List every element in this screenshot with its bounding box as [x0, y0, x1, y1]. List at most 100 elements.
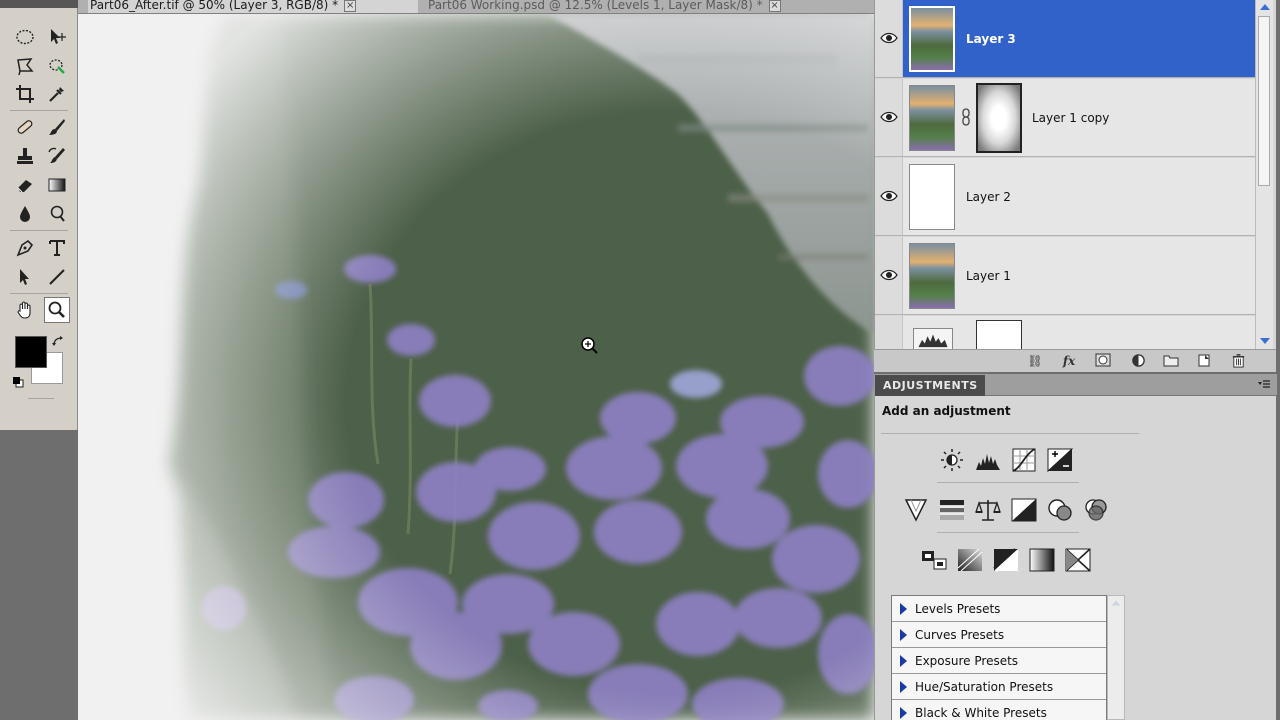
history-brush-tool-icon[interactable]	[44, 143, 70, 169]
document-tab-title: Part06_After.tif @ 50% (Layer 3, RGB/8) …	[90, 0, 339, 12]
trash-icon[interactable]	[1229, 353, 1247, 369]
layer-name[interactable]: Layer 1 copy	[1032, 79, 1109, 157]
quick-selection-tool-icon[interactable]	[44, 53, 70, 79]
adjustments-divider	[937, 532, 1079, 533]
mask-link-icon[interactable]	[961, 107, 971, 127]
brightness-contrast-icon[interactable]	[938, 447, 966, 473]
toolbar-separator	[28, 398, 54, 399]
document-tab-title: Part06 Working.psd @ 12.5% (Levels 1, La…	[428, 0, 763, 12]
foreground-color-swatch[interactable]	[15, 336, 47, 368]
crop-tool-icon[interactable]	[12, 81, 38, 107]
adjustment-presets-list: Levels Presets Curves Presets Exposure P…	[891, 595, 1107, 720]
document-canvas[interactable]	[78, 14, 874, 720]
layer-row[interactable]: Layer 1 copy	[875, 79, 1256, 157]
channel-mixer-icon[interactable]	[1082, 497, 1110, 523]
layer-name[interactable]: Layer 3	[966, 0, 1016, 78]
expand-triangle-icon[interactable]	[900, 681, 907, 693]
gradient-tool-icon[interactable]	[44, 172, 70, 198]
zoom-tool-icon[interactable]	[44, 297, 70, 323]
preset-row-levels[interactable]: Levels Presets	[892, 596, 1106, 622]
document-tab-after[interactable]: Part06_After.tif @ 50% (Layer 3, RGB/8) …	[88, 0, 418, 13]
swap-colors-icon[interactable]	[52, 333, 64, 346]
posterize-icon[interactable]	[956, 547, 984, 573]
threshold-icon[interactable]	[992, 547, 1020, 573]
color-balance-icon[interactable]	[974, 497, 1002, 523]
layers-panel: Layer 3 Layer 1 copy Layer 2 Layer 1	[874, 0, 1276, 372]
layer-mask-thumbnail[interactable]	[976, 320, 1022, 350]
dodge-tool-icon[interactable]	[44, 201, 70, 227]
layer-name[interactable]: Layer 2	[966, 158, 1011, 236]
expand-triangle-icon[interactable]	[900, 707, 907, 719]
layer-thumbnail[interactable]	[909, 6, 955, 72]
hue-saturation-icon[interactable]	[938, 497, 966, 523]
fx-icon[interactable]: fx	[1060, 353, 1078, 369]
toolbar-separator	[10, 293, 68, 294]
layer-row[interactable]: Layer 3	[875, 0, 1256, 78]
layer-row-adjustment[interactable]	[875, 316, 1256, 350]
default-colors-icon[interactable]	[12, 373, 24, 388]
adjustments-tab[interactable]: ADJUSTMENTS	[875, 375, 985, 396]
selective-color-icon[interactable]	[1064, 547, 1092, 573]
tools-panel-grip[interactable]	[0, 0, 78, 8]
preset-row-curves[interactable]: Curves Presets	[892, 622, 1106, 648]
presets-scrollbar[interactable]	[1107, 595, 1125, 720]
toolbar-separator	[10, 110, 68, 111]
new-layer-icon[interactable]	[1195, 353, 1213, 369]
add-mask-icon[interactable]	[1094, 353, 1112, 369]
scroll-thumb[interactable]	[1258, 16, 1270, 186]
link-icon[interactable]: ⛓	[1026, 353, 1044, 369]
expand-triangle-icon[interactable]	[900, 655, 907, 667]
adjustment-layer-icon[interactable]	[1129, 353, 1147, 369]
eyedropper-tool-icon[interactable]	[44, 81, 70, 107]
eraser-tool-icon[interactable]	[12, 172, 38, 198]
spot-healing-brush-icon[interactable]	[12, 114, 38, 140]
elliptical-marquee-tool-icon[interactable]	[12, 24, 38, 50]
blur-tool-icon[interactable]	[12, 201, 38, 227]
gradient-map-icon[interactable]	[1028, 547, 1056, 573]
move-tool-icon[interactable]	[44, 24, 70, 50]
black-white-icon[interactable]	[1010, 497, 1038, 523]
type-tool-icon[interactable]	[44, 235, 70, 261]
document-tab-working[interactable]: Part06 Working.psd @ 12.5% (Levels 1, La…	[426, 0, 866, 13]
clone-stamp-tool-icon[interactable]	[12, 143, 38, 169]
expand-triangle-icon[interactable]	[900, 629, 907, 641]
expand-triangle-icon[interactable]	[900, 603, 907, 615]
line-tool-icon[interactable]	[44, 264, 70, 290]
eye-icon[interactable]	[879, 186, 899, 206]
document-tab-bar: Part06_After.tif @ 50% (Layer 3, RGB/8) …	[78, 0, 874, 14]
photo-filter-icon[interactable]	[1046, 497, 1074, 523]
layer-thumbnail[interactable]	[909, 85, 955, 151]
preset-row-black-white[interactable]: Black & White Presets	[892, 700, 1106, 720]
preset-row-exposure[interactable]: Exposure Presets	[892, 648, 1106, 674]
tools-panel	[0, 0, 78, 430]
preset-label: Exposure Presets	[915, 654, 1019, 668]
brush-tool-icon[interactable]	[44, 114, 70, 140]
close-tab-icon[interactable]: ×	[344, 0, 357, 12]
layer-row[interactable]: Layer 1	[875, 237, 1256, 315]
preset-row-hue-saturation[interactable]: Hue/Saturation Presets	[892, 674, 1106, 700]
levels-icon[interactable]	[974, 447, 1002, 473]
pen-tool-icon[interactable]	[12, 235, 38, 261]
layer-row[interactable]: Layer 2	[875, 158, 1256, 236]
invert-icon[interactable]	[920, 547, 948, 573]
lasso-tool-icon[interactable]	[12, 53, 38, 79]
eye-icon[interactable]	[879, 28, 899, 48]
close-tab-icon[interactable]: ×	[768, 0, 781, 12]
eye-icon[interactable]	[879, 265, 899, 285]
group-folder-icon[interactable]	[1162, 353, 1180, 369]
layer-name[interactable]: Layer 1	[966, 237, 1011, 315]
panel-menu-icon[interactable]	[1257, 378, 1271, 390]
layer-mask-thumbnail[interactable]	[976, 83, 1022, 153]
path-selection-tool-icon[interactable]	[12, 264, 38, 290]
vibrance-icon[interactable]	[902, 497, 930, 523]
hand-tool-icon[interactable]	[12, 297, 38, 323]
eye-icon[interactable]	[879, 107, 899, 127]
preset-label: Black & White Presets	[915, 706, 1047, 720]
exposure-icon[interactable]	[1046, 447, 1074, 473]
layers-scrollbar[interactable]	[1255, 0, 1273, 350]
layer-thumbnail[interactable]	[909, 243, 955, 309]
preset-label: Levels Presets	[915, 602, 1001, 616]
curves-icon[interactable]	[1010, 447, 1038, 473]
layer-thumbnail[interactable]	[909, 164, 955, 230]
levels-adjustment-icon[interactable]	[913, 328, 953, 350]
